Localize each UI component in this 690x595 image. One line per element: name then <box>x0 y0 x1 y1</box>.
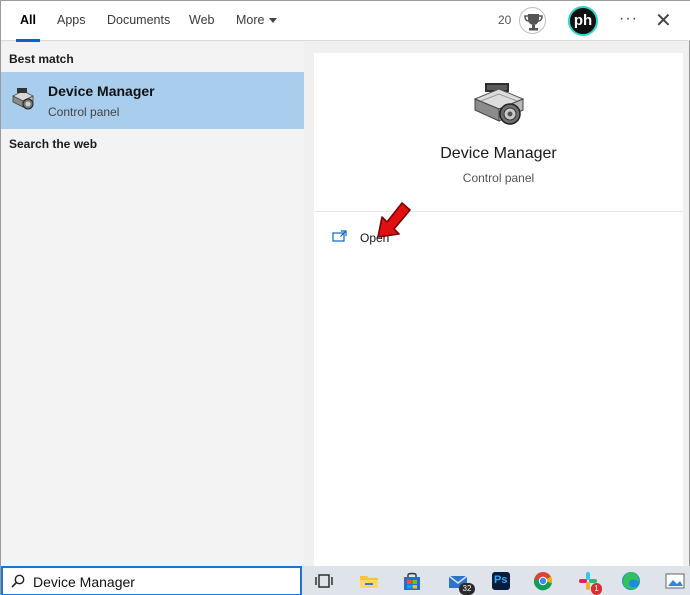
device-manager-icon <box>12 88 34 110</box>
tab-apps[interactable]: Apps <box>57 1 86 41</box>
photoshop-label: Ps <box>494 574 508 586</box>
close-button[interactable]: ✕ <box>655 8 672 33</box>
results-pane: Best match Device Manager Control panel … <box>1 42 304 566</box>
rewards-points: 20 <box>498 13 512 27</box>
slack-icon[interactable]: 1 <box>577 570 602 595</box>
more-options-button[interactable]: ··· <box>619 10 638 28</box>
tab-all[interactable]: All <box>16 1 40 42</box>
store-icon[interactable] <box>401 570 423 592</box>
search-box[interactable] <box>1 566 302 595</box>
photos-icon[interactable] <box>664 570 686 592</box>
file-explorer-icon[interactable] <box>358 570 380 592</box>
taskbar: 32 Ps 1 <box>302 566 690 595</box>
tab-more[interactable]: More <box>236 1 278 41</box>
best-match-result[interactable]: Device Manager Control panel <box>1 72 304 129</box>
tab-documents[interactable]: Documents <box>107 1 170 41</box>
detail-pane: Device Manager Control panel Open <box>314 53 683 566</box>
trophy-icon[interactable] <box>519 7 546 34</box>
search-web-heading: Search the web <box>9 137 98 151</box>
annotation-arrow-icon <box>377 202 411 238</box>
open-icon <box>332 230 347 242</box>
best-match-title: Device Manager <box>48 83 155 99</box>
edge-icon[interactable] <box>620 570 642 592</box>
best-match-heading: Best match <box>9 52 74 66</box>
detail-title: Device Manager <box>440 145 557 162</box>
search-icon <box>11 574 25 588</box>
avatar[interactable]: ph <box>568 6 598 36</box>
mail-icon[interactable]: 32 <box>447 570 475 595</box>
search-window: All Apps Documents Web More 20 ph ··· ✕ … <box>0 0 690 595</box>
search-tabs-bar: All Apps Documents Web More 20 ph ··· ✕ <box>1 1 690 42</box>
detail-subtitle: Control panel <box>462 171 535 185</box>
photoshop-icon[interactable]: Ps <box>490 570 512 592</box>
tab-web[interactable]: Web <box>189 1 214 41</box>
best-match-subtitle: Control panel <box>48 105 120 119</box>
mail-badge: 32 <box>459 583 475 595</box>
device-manager-icon <box>473 83 525 125</box>
chevron-down-icon <box>269 18 278 24</box>
search-input[interactable] <box>33 571 293 593</box>
task-view-icon[interactable] <box>314 570 336 592</box>
slack-badge: 1 <box>591 583 602 595</box>
divider <box>314 211 683 212</box>
chrome-icon[interactable] <box>532 570 554 592</box>
